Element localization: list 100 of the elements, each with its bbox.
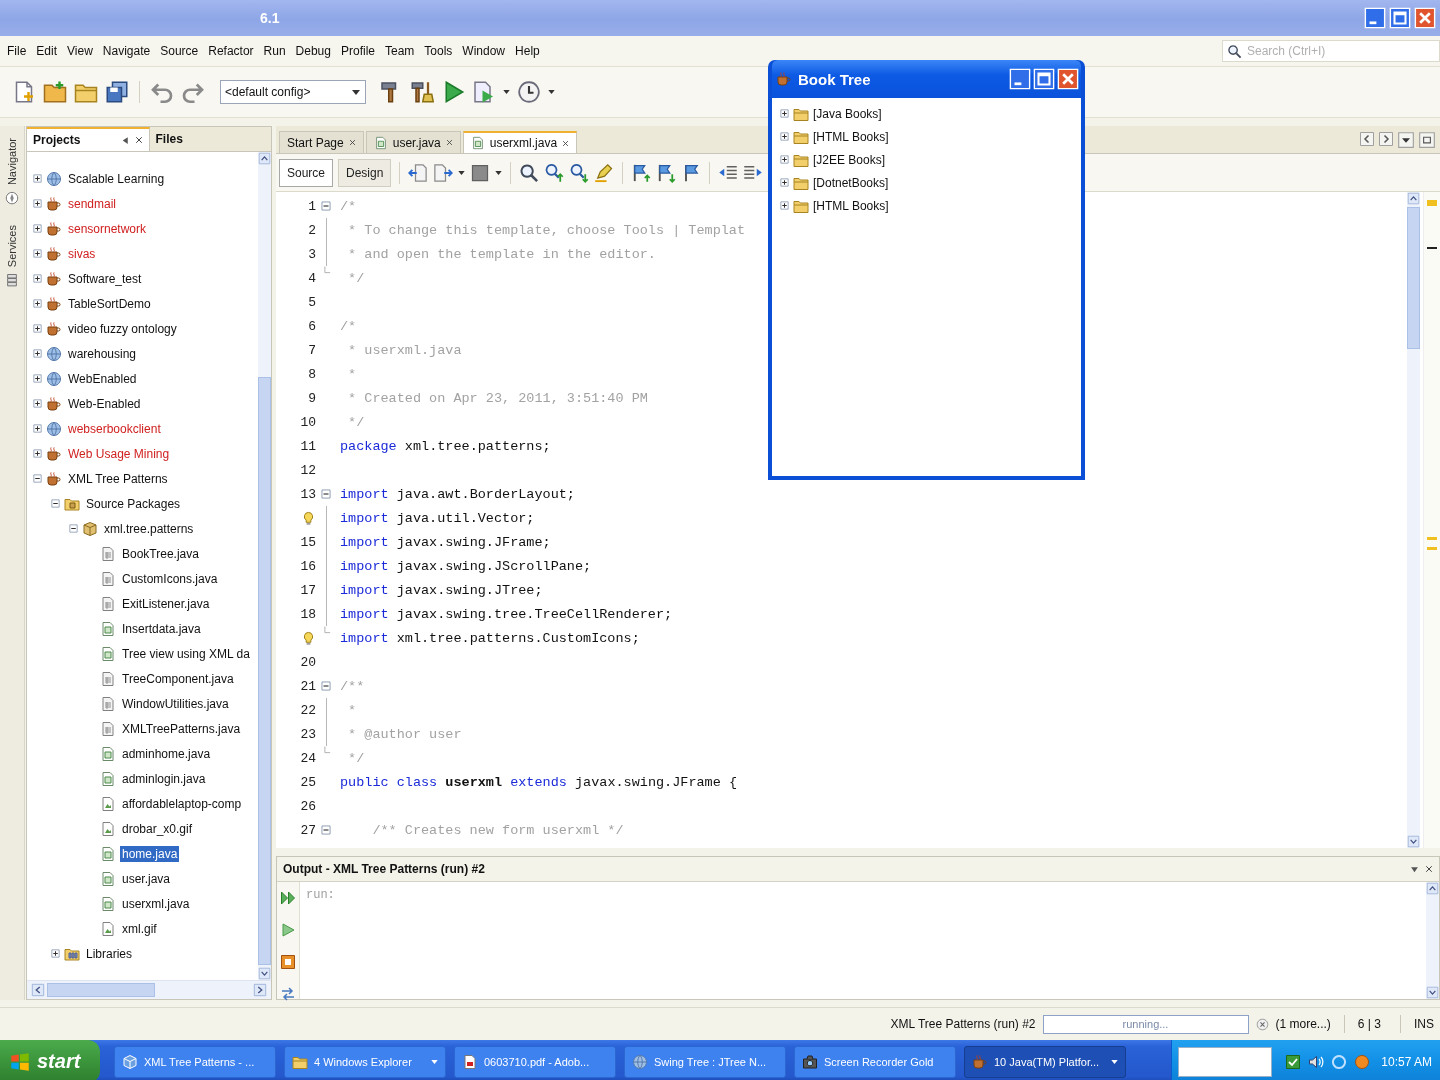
tree-item[interactable]: sensornetwork [66, 220, 149, 237]
scrollbar[interactable] [1407, 192, 1420, 848]
stop-icon[interactable] [280, 954, 296, 970]
square-icon[interactable] [470, 162, 491, 183]
scrollbar[interactable] [1426, 882, 1439, 999]
plus-box-icon[interactable] [33, 249, 42, 258]
caret-down-icon[interactable] [1397, 130, 1415, 149]
magnifier-arrow-up-icon[interactable] [544, 162, 565, 183]
tree-item[interactable]: adminlogin.java [120, 770, 208, 787]
speaker-icon[interactable] [1308, 1053, 1325, 1070]
plus-box-icon[interactable] [780, 132, 789, 141]
triangle-down-icon[interactable] [1410, 864, 1419, 874]
tree-item[interactable]: user.java [120, 870, 173, 887]
arrow-left-icon[interactable] [31, 983, 45, 997]
tree-item[interactable]: [HTML Books] [813, 198, 889, 213]
tree-item[interactable]: userxml.java [120, 895, 192, 912]
plus-box-icon[interactable] [33, 299, 42, 308]
minus-box-icon[interactable] [69, 524, 78, 533]
tree-item[interactable]: adminhome.java [120, 745, 213, 762]
plus-box-icon[interactable] [33, 374, 42, 383]
tree-item[interactable]: home.java [120, 845, 180, 862]
menu-item[interactable]: Team [381, 42, 419, 60]
menu-item[interactable]: Run [259, 42, 290, 60]
chevron-left-icon[interactable] [1359, 130, 1375, 147]
panel-tab[interactable]: Files [149, 127, 271, 151]
folder-plus-icon[interactable] [43, 80, 67, 104]
caret-icon[interactable] [495, 170, 503, 175]
tree-item[interactable]: Software_test [66, 270, 144, 287]
page-arrow-right-icon[interactable] [433, 162, 454, 183]
tree-item[interactable]: xml.gif [120, 920, 159, 937]
view-button[interactable]: Design [338, 158, 392, 187]
menu-item[interactable]: Profile [337, 42, 379, 60]
marker-pen-icon[interactable] [594, 162, 615, 183]
clock-icon[interactable] [517, 80, 541, 104]
tree-item[interactable]: ExitListener.java [120, 595, 212, 612]
arrow-down-icon[interactable] [1407, 835, 1420, 848]
tree-item[interactable]: [DotnetBooks] [813, 175, 889, 190]
side-tab[interactable]: Services [3, 219, 21, 294]
tree-item[interactable]: sivas [66, 245, 98, 262]
maximize-icon[interactable] [1389, 7, 1411, 29]
scrollbar-thumb[interactable] [47, 983, 155, 997]
search-icon[interactable] [519, 162, 540, 183]
flag-arrow-up-icon[interactable] [631, 162, 652, 183]
maximize-icon[interactable] [1033, 68, 1055, 90]
arrow-down-icon[interactable] [258, 967, 271, 980]
arrow-up-icon[interactable] [1426, 882, 1439, 895]
menu-item[interactable]: Tools [420, 42, 457, 60]
ring-icon[interactable] [1331, 1053, 1348, 1070]
tree-item[interactable]: Web-Enabled [66, 395, 143, 412]
scrollbar-thumb[interactable] [1407, 207, 1420, 349]
menu-item[interactable]: Navigate [98, 42, 155, 60]
tree-item[interactable]: TableSortDemo [66, 295, 153, 312]
menu-item[interactable]: View [63, 42, 97, 60]
taskbar-button[interactable]: 10 Java(TM) Platfor... [964, 1045, 1126, 1078]
taskbar-button[interactable]: Screen Recorder Gold [794, 1045, 956, 1078]
minus-box-icon[interactable] [33, 474, 42, 483]
tree-item[interactable]: BookTree.java [120, 545, 201, 562]
tree-item[interactable]: Tree view using XML da [120, 645, 252, 662]
caret-icon[interactable] [458, 170, 466, 175]
config-dropdown[interactable]: <default config> [220, 80, 366, 104]
taskbar-button[interactable]: 0603710.pdf - Adob... [454, 1045, 616, 1078]
panel-tab[interactable]: Projects [27, 127, 150, 151]
plus-box-icon[interactable] [33, 324, 42, 333]
tree-item[interactable]: Source Packages [84, 495, 183, 512]
window-icon[interactable] [1418, 130, 1436, 149]
view-button[interactable]: Source [279, 158, 334, 187]
tree-item[interactable]: WebEnabled [66, 370, 139, 387]
arrow-up-icon[interactable] [1407, 192, 1420, 205]
tree-item[interactable]: [Java Books] [813, 106, 882, 121]
swap-arrows-icon[interactable] [280, 986, 296, 1002]
tree-item[interactable]: webserbookclient [66, 420, 163, 437]
editor-tab[interactable]: Start Page [279, 131, 364, 153]
plus-box-icon[interactable] [33, 424, 42, 433]
caret-icon[interactable] [548, 90, 555, 94]
flag-arrow-down-icon[interactable] [656, 162, 677, 183]
tree-item[interactable]: Libraries [84, 945, 135, 962]
plus-box-icon[interactable] [33, 199, 42, 208]
close-icon[interactable] [445, 139, 453, 146]
tree-item[interactable]: drobar_x0.gif [120, 820, 195, 837]
tree-item[interactable]: XMLTreePatterns.java [120, 720, 243, 737]
plus-box-icon[interactable] [33, 449, 42, 458]
plus-box-icon[interactable] [51, 949, 60, 958]
tree-item[interactable]: WindowUtilities.java [120, 695, 231, 712]
menu-item[interactable]: Help [511, 42, 544, 60]
menu-item[interactable]: Debug [291, 42, 335, 60]
editor-tab[interactable]: user.java [365, 131, 461, 153]
tree-item[interactable]: CustomIcons.java [120, 570, 220, 587]
tree-item[interactable]: sendmail [66, 195, 119, 212]
check-square-icon[interactable] [1285, 1053, 1302, 1070]
arrow-up-icon[interactable] [258, 152, 271, 165]
lightbulb-icon[interactable] [301, 630, 316, 646]
plus-box-icon[interactable] [33, 224, 42, 233]
tree-item[interactable]: Scalable Learning [66, 170, 167, 187]
tree-item[interactable]: Insertdata.java [120, 620, 203, 637]
minus-box-icon[interactable] [51, 499, 60, 508]
hammer-broom-icon[interactable] [410, 80, 434, 104]
tree-item[interactable]: Web Usage Mining [66, 445, 172, 462]
close-icon[interactable] [1425, 865, 1433, 873]
plus-box-icon[interactable] [780, 201, 789, 210]
side-tab[interactable]: Navigator [3, 132, 21, 212]
